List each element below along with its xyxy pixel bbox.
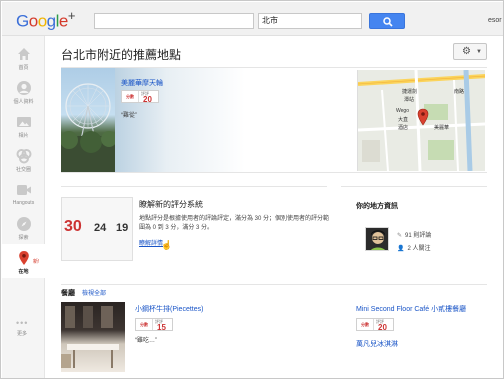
explore-icon (16, 217, 31, 231)
follower-count[interactable]: 👤 2 人關注 (397, 243, 431, 252)
restaurant-name[interactable]: 小鋼杯牛排(Piecettes) (135, 304, 203, 314)
zagat-brand: 分數 (357, 319, 374, 330)
browser-frame: Google+ 北市 esor 首頁 個人資料 相片 社交圈 Hangouts … (0, 0, 504, 379)
follower-count-text: 2 人關注 (407, 246, 431, 252)
circles-icon (16, 149, 31, 164)
rail-label: 探索 (18, 235, 29, 241)
rail-item-home[interactable]: 首頁 (2, 40, 45, 74)
restaurant-quote: “雖吃…” (135, 338, 157, 344)
rail-label: 社交圈 (15, 167, 31, 173)
calendar-number: 19 (116, 222, 129, 234)
rail-label: 首頁 (18, 65, 29, 71)
scoring-description: 地點評分是根據使用者的評論評定，滿分為 30 分；個別使用者的評分範圍為 0 到… (139, 216, 330, 231)
local-pin-icon (18, 251, 29, 265)
calendar-number: 24 (94, 222, 107, 234)
restaurant-name[interactable]: Mini Second Floor Café 小貳樓餐廳 (356, 304, 466, 314)
rail-item-profile[interactable]: 個人資料 (2, 74, 45, 108)
learn-more-link[interactable]: 瞭解詳情 (139, 238, 163, 247)
rail-item-explore[interactable]: 探索 (2, 210, 45, 244)
person-icon: 👤 (397, 246, 405, 252)
hangouts-icon (16, 185, 31, 195)
settings-button[interactable]: ⚙ ▼ (453, 43, 487, 60)
zagat-score-badge: 分數 評評 20 (356, 318, 394, 332)
ferris-wheel-photo[interactable] (61, 68, 117, 172)
map-label: 大直 (398, 117, 409, 123)
map-label: 酒店 (398, 125, 409, 131)
restaurants-header: 餐廳 檢視全部 (61, 284, 487, 298)
chevron-down-icon: ▼ (476, 49, 482, 55)
pencil-icon: ✎ (397, 233, 403, 239)
rail-item-hangouts[interactable]: Hangouts (2, 176, 45, 210)
gear-icon: ⚙ (462, 46, 471, 57)
restaurants-title: 餐廳 (61, 290, 75, 297)
featured-map[interactable]: 捷運劍 潭站 南路 Wego 大直 酒店 美麗華 (357, 70, 485, 171)
user-name[interactable]: esor (488, 17, 502, 24)
map-label: 潭站 (404, 97, 415, 103)
rail-label: Hangouts (12, 200, 35, 206)
rail-item-circles[interactable]: 社交圈 (2, 142, 45, 176)
zagat-score-badge: 分數 評評 15 (135, 318, 173, 332)
featured-quote: “難從” (121, 113, 137, 119)
restaurant-image (61, 306, 119, 368)
more-label[interactable]: 更多 (17, 330, 27, 337)
map-pin-icon (417, 108, 429, 126)
local-info-panel: 你的地方資訊 ✎ 91 則評論 👤 2 人關注 (341, 186, 487, 272)
search-input[interactable] (94, 13, 254, 29)
location-input[interactable]: 北市 (258, 13, 362, 29)
profile-icon (16, 81, 31, 95)
review-count-text: 91 則評論 (405, 233, 432, 239)
logo-letter: g (46, 11, 56, 31)
new-badge: 新! (33, 259, 40, 265)
rail-label: 個人資料 (13, 99, 34, 105)
logo-letter: o (37, 11, 47, 31)
page-title: 台北市附近的推薦地點 (61, 48, 182, 62)
featured-place-name[interactable]: 美麗華摩天輪 (121, 78, 163, 88)
left-rail: 首頁 個人資料 相片 社交圈 Hangouts 探索 在地 新! ••• 更多 (2, 36, 45, 378)
view-all-link[interactable]: 檢視全部 (82, 288, 106, 297)
calendar-number: 30 (64, 218, 82, 235)
rail-label: 在地 (18, 269, 29, 275)
review-count[interactable]: ✎ 91 則評論 (397, 230, 431, 239)
google-plus-logo[interactable]: Google+ (16, 8, 75, 32)
rail-item-local[interactable]: 在地 新! (2, 244, 45, 278)
zagat-score: 20 (143, 95, 152, 104)
map-label: 南路 (454, 89, 465, 95)
search-button[interactable] (369, 13, 405, 29)
scoring-info-card: 30 24 19 瞭解新的評分系統 地點評分是根據使用者的評論評定，滿分為 30… (61, 186, 330, 272)
zagat-score: 20 (378, 323, 387, 332)
ferris-wheel-image (61, 83, 117, 172)
featured-place-card: 美麗華摩天輪 分數 評評 20 “難從” 捷運劍 潭站 南路 Wego 大直 酒… (61, 67, 487, 173)
map-label: 美麗華 (434, 125, 450, 131)
zagat-brand: 分數 (122, 91, 139, 102)
map-label: 捷運劍 (402, 89, 418, 95)
scoring-title: 瞭解新的評分系統 (139, 200, 203, 209)
top-bar: Google+ 北市 esor (2, 2, 503, 36)
rail-item-photos[interactable]: 相片 (2, 108, 45, 142)
more-dots-icon[interactable]: ••• (16, 318, 28, 328)
zagat-score: 15 (157, 323, 166, 332)
logo-letter: o (28, 11, 38, 31)
local-info-title: 你的地方資訊 (356, 203, 398, 210)
map-label: Wego (396, 108, 409, 114)
avatar[interactable] (365, 227, 389, 251)
restaurant-photo[interactable] (61, 302, 125, 372)
logo-plus: + (67, 8, 76, 23)
score-calendar-image: 30 24 19 (61, 197, 133, 261)
rail-label: 相片 (18, 133, 29, 139)
restaurant-name[interactable]: 萬凡兒冰淇淋 (356, 339, 398, 349)
zagat-score-badge: 分數 評評 20 (121, 90, 159, 104)
photos-icon (16, 117, 31, 127)
hand-cursor-icon: ☝ (161, 240, 173, 250)
avatar-image (366, 228, 388, 250)
search-icon (383, 17, 393, 27)
home-icon (17, 48, 30, 60)
logo-letter: G (16, 11, 29, 31)
logo-letter: e (58, 11, 68, 31)
zagat-brand: 分數 (136, 319, 153, 330)
